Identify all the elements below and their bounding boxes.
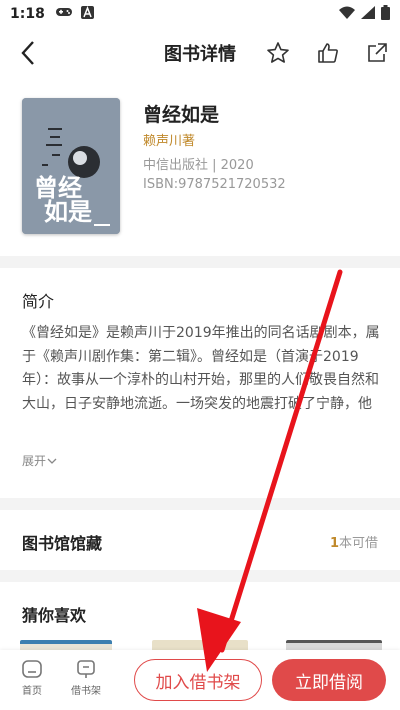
book-info-card: 曾经 如是 曾经如是 赖声川著 中信出版社 | 2020 ISBN:978752…: [0, 78, 400, 256]
recommendations-heading: 猜你喜欢: [22, 606, 87, 625]
tab-bookshelf-label: 借书架: [71, 686, 101, 697]
available-number: 1: [329, 536, 339, 551]
like-button[interactable]: [315, 40, 341, 66]
thumbs-up-icon: [318, 43, 338, 63]
expand-label: 展开: [22, 454, 47, 468]
chevron-down-icon: [47, 458, 57, 464]
favorite-button[interactable]: [265, 40, 291, 66]
back-button[interactable]: [14, 38, 44, 68]
bottom-action-bar: 首页 借书架 加入借书架 立即借阅: [0, 650, 400, 710]
tab-home[interactable]: 首页: [8, 658, 56, 697]
book-author[interactable]: 赖声川著: [143, 130, 195, 149]
cover-title-line-1: 曾经: [34, 174, 82, 202]
intro-heading: 简介: [22, 292, 55, 311]
intro-section: 简介 《曾经如是》是赖声川于2019年推出的同名话剧剧本，属于《赖声川剧作集：第…: [0, 268, 400, 498]
book-publisher: 中信出版社 | 2020: [143, 158, 254, 173]
book-title: 曾经如是: [143, 104, 220, 126]
home-icon: [22, 660, 42, 678]
add-to-bookshelf-button[interactable]: 加入借书架: [134, 659, 262, 701]
wifi-icon: [339, 6, 355, 23]
borrow-now-button[interactable]: 立即借阅: [272, 659, 386, 701]
tab-home-label: 首页: [22, 686, 42, 697]
book-cover[interactable]: 曾经 如是: [22, 98, 120, 234]
intro-text: 《曾经如是》是赖声川于2019年推出的同名话剧剧本，属于《赖声川剧作集：第二辑》…: [22, 325, 380, 412]
battery-icon: [381, 4, 390, 24]
nav-bar: 图书详情: [0, 28, 400, 78]
bookshelf-icon: [77, 660, 95, 678]
share-icon: [368, 43, 387, 62]
book-isbn: ISBN:9787521720532: [143, 177, 286, 192]
notification-a-icon: [80, 5, 94, 23]
available-suffix: 本可借: [338, 536, 378, 551]
share-button[interactable]: [364, 40, 390, 66]
expand-button[interactable]: 展开: [22, 452, 58, 469]
library-holdings-section[interactable]: 图书馆馆藏 1本可借: [0, 510, 400, 570]
star-icon: [267, 42, 289, 63]
cover-title-line-2: 如是: [44, 198, 92, 226]
gamepad-icon: [55, 6, 73, 22]
status-bar: 1:18: [0, 0, 400, 28]
available-count: 1本可借: [330, 532, 378, 551]
signal-icon: [361, 5, 375, 23]
status-time: 1:18: [10, 6, 45, 22]
library-heading: 图书馆馆藏: [22, 534, 103, 553]
tab-bookshelf[interactable]: 借书架: [62, 658, 110, 697]
back-arrow-icon: [21, 41, 34, 65]
